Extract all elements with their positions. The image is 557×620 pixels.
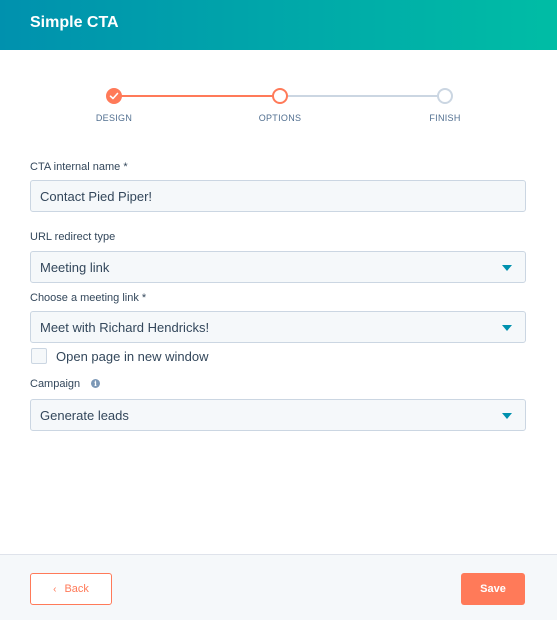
back-button[interactable]: ‹ Back: [30, 573, 112, 605]
step-design-dot: [106, 88, 122, 104]
internal-name-label: CTA internal name *: [30, 161, 128, 173]
step-finish-label: FINISH: [429, 113, 461, 123]
internal-name-input[interactable]: Contact Pied Piper!: [30, 180, 526, 212]
info-icon[interactable]: i: [91, 379, 100, 388]
step-options-label: OPTIONS: [258, 113, 302, 123]
chevron-down-icon: [502, 265, 512, 271]
step-finish-dot: [437, 88, 453, 104]
step-connector-complete: [114, 95, 280, 97]
meeting-link-value: Meet with Richard Hendricks!: [40, 319, 210, 335]
redirect-type-value: Meeting link: [40, 259, 110, 275]
progress-stepper: DESIGN OPTIONS FINISH: [0, 50, 557, 140]
new-window-checkbox[interactable]: [31, 348, 47, 364]
chevron-left-icon: ‹: [53, 583, 57, 595]
save-button-label: Save: [480, 583, 506, 595]
campaign-label: Campaign: [30, 378, 81, 390]
redirect-type-label: URL redirect type: [30, 231, 116, 243]
chevron-down-icon: [502, 413, 512, 419]
meeting-link-label: Choose a meeting link *: [30, 292, 147, 304]
chevron-down-icon: [502, 325, 512, 331]
modal-footer: ‹ Back Save: [0, 554, 557, 620]
check-icon: [109, 92, 119, 100]
modal-title: Simple CTA: [30, 14, 119, 31]
step-design-label: DESIGN: [95, 113, 133, 123]
save-button[interactable]: Save: [461, 573, 525, 605]
internal-name-value: Contact Pied Piper!: [40, 188, 153, 204]
step-options-dot: [272, 88, 288, 104]
campaign-value: Generate leads: [40, 407, 129, 423]
back-button-label: Back: [64, 583, 89, 595]
meeting-link-select[interactable]: Meet with Richard Hendricks!: [30, 311, 526, 343]
step-connector-upcoming: [280, 95, 445, 97]
modal-header: Simple CTA: [0, 0, 557, 50]
campaign-select[interactable]: Generate leads: [30, 399, 526, 431]
new-window-label[interactable]: Open page in new window: [56, 349, 209, 364]
redirect-type-select[interactable]: Meeting link: [30, 251, 526, 283]
